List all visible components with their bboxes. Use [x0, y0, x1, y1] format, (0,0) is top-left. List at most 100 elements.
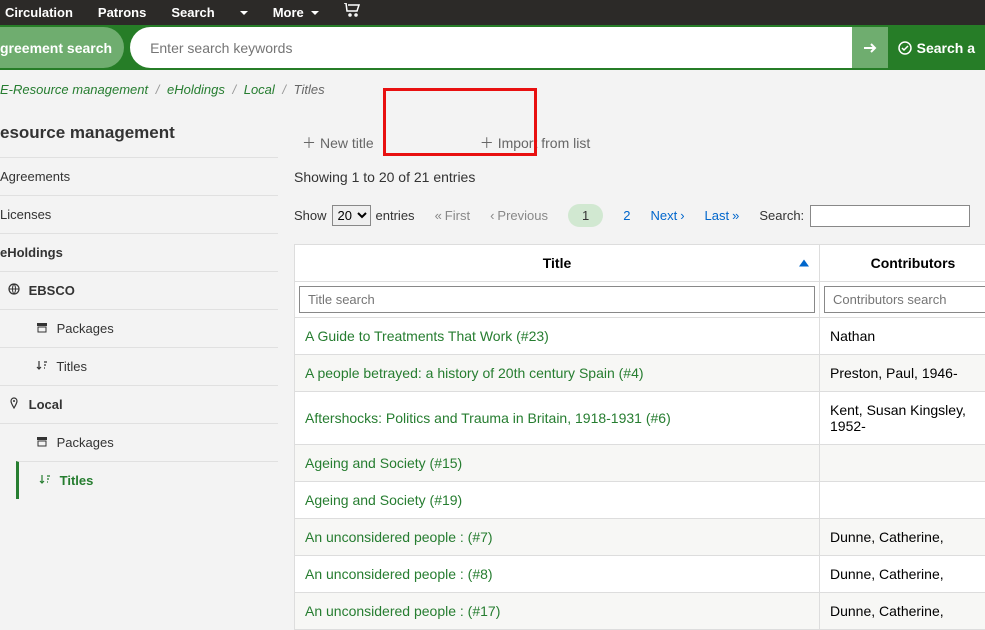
title-link[interactable]: An unconsidered people : (#8) [305, 566, 493, 582]
table-row: A people betrayed: a history of 20th cen… [295, 355, 985, 392]
title-link[interactable]: A people betrayed: a history of 20th cen… [305, 365, 644, 381]
new-title-button[interactable]: ＋ New title [294, 129, 382, 157]
sidebar-item-agreements[interactable]: Agreements [0, 157, 278, 195]
page-first[interactable]: « First [435, 208, 471, 223]
breadcrumb-eresource[interactable]: E-Resource management [0, 82, 148, 97]
breadcrumb: E-Resource management / eHoldings / Loca… [0, 70, 985, 109]
sidebar-local-titles-label: Titles [60, 473, 94, 488]
sidebar-item-ebsco-packages[interactable]: Packages [0, 309, 278, 347]
contributors-cell [820, 482, 985, 519]
col-header-contributors[interactable]: Contributors [820, 245, 985, 282]
nav-patrons[interactable]: Patrons [98, 5, 146, 20]
search-all-button[interactable]: Search a [888, 40, 985, 56]
plus-icon: ＋ [480, 133, 494, 153]
breadcrumb-current: Titles [294, 82, 325, 97]
sidebar-item-ebsco-titles[interactable]: Titles [0, 347, 278, 385]
sort-icon [39, 473, 51, 488]
show-label: Show [294, 208, 327, 223]
contributors-cell: Kent, Susan Kingsley, 1952- [820, 392, 985, 445]
contributors-cell: Preston, Paul, 1946- [820, 355, 985, 392]
contributors-cell [820, 445, 985, 482]
entries-label: entries [376, 208, 415, 223]
import-list-label: Import from list [498, 135, 591, 151]
table-row: A Guide to Treatments That Work (#23) Nat… [295, 318, 985, 355]
sidebar-ebsco-label: EBSCO [29, 283, 75, 298]
col-header-title[interactable]: Title [295, 245, 820, 282]
table-row: Ageing and Society (#15) [295, 445, 985, 482]
sidebar-local-label: Local [29, 397, 63, 412]
sidebar: esource management Agreements Licenses e… [0, 109, 278, 630]
sidebar-item-ebsco[interactable]: EBSCO [0, 271, 278, 309]
entries-select[interactable]: 20 [332, 205, 371, 226]
search-all-label: Search a [917, 40, 975, 56]
showing-text: Showing 1 to 20 of 21 entries [294, 165, 985, 195]
title-filter-input[interactable] [299, 286, 815, 313]
title-link[interactable]: A Guide to Treatments That Work (#23) [305, 328, 549, 344]
table-search-label: Search: [759, 208, 804, 223]
search-tab-agreement[interactable]: greement search [0, 27, 124, 68]
top-nav: Circulation Patrons Search More [0, 0, 985, 25]
sidebar-item-local[interactable]: Local [0, 385, 278, 423]
breadcrumb-sep: / [156, 82, 160, 97]
contributors-cell: Dunne, Catherine, [820, 593, 985, 630]
contributors-filter-input[interactable] [824, 286, 985, 313]
table-controls: Show 20 entries « First ‹ Previous 1 2 N… [294, 195, 985, 236]
table-row: An unconsidered people : (#7) Dunne, Cath… [295, 519, 985, 556]
search-bar: greement search Search a [0, 25, 985, 70]
sidebar-item-eholdings[interactable]: eHoldings [0, 233, 278, 271]
breadcrumb-sep: / [282, 82, 286, 97]
table-search-wrap: Search: [759, 205, 970, 227]
nav-search[interactable]: Search [171, 5, 214, 20]
table-row: An unconsidered people : (#8) Dunne, Cath… [295, 556, 985, 593]
page-1[interactable]: 1 [568, 204, 603, 227]
page-2[interactable]: 2 [623, 208, 630, 223]
double-chevron-left-icon: « [435, 208, 442, 223]
title-link[interactable]: An unconsidered people : (#17) [305, 603, 500, 619]
title-link[interactable]: Ageing and Society (#15) [305, 455, 462, 471]
sort-icon [36, 359, 48, 374]
table-row: Aftershocks: Politics and Trauma in Brit… [295, 392, 985, 445]
contributors-cell: Dunne, Catherine, [820, 519, 985, 556]
import-from-list-button[interactable]: ＋ Import from list [472, 129, 599, 157]
double-chevron-right-icon: » [732, 208, 739, 223]
archive-icon [36, 435, 48, 450]
contributors-cell: Dunne, Catherine, [820, 556, 985, 593]
nav-caret-icon[interactable] [240, 11, 248, 15]
sidebar-item-local-titles[interactable]: Titles [16, 461, 278, 499]
sidebar-title: esource management [0, 109, 278, 157]
new-title-label: New title [320, 135, 374, 151]
action-row: ＋ New title ＋ Import from list [294, 109, 985, 165]
title-link[interactable]: Aftershocks: Politics and Trauma in Brit… [305, 410, 671, 426]
table-search-input[interactable] [810, 205, 970, 227]
sidebar-titles-label: Titles [56, 359, 87, 374]
main-layout: esource management Agreements Licenses e… [0, 109, 985, 630]
nav-circulation[interactable]: Circulation [5, 5, 73, 20]
archive-icon [36, 321, 48, 336]
plus-icon: ＋ [302, 133, 316, 153]
breadcrumb-sep: / [232, 82, 236, 97]
sidebar-packages-label: Packages [57, 321, 114, 336]
table-row: Ageing and Society (#19) [295, 482, 985, 519]
chevron-right-icon: › [680, 208, 684, 223]
pin-icon [8, 397, 20, 412]
page-previous[interactable]: ‹ Previous [490, 208, 548, 223]
page-next[interactable]: Next › [650, 208, 684, 223]
search-input-container [130, 27, 852, 68]
breadcrumb-local[interactable]: Local [244, 82, 275, 97]
cart-icon[interactable] [344, 3, 360, 22]
title-link[interactable]: Ageing and Society (#19) [305, 492, 462, 508]
page-last[interactable]: Last » [705, 208, 740, 223]
breadcrumb-eholdings[interactable]: eHoldings [167, 82, 225, 97]
content: ＋ New title ＋ Import from list Showing 1… [278, 109, 985, 630]
contributors-cell: Nathan [820, 318, 985, 355]
title-link[interactable]: An unconsidered people : (#7) [305, 529, 493, 545]
titles-table: Title Contributors A Guide to Treatments… [294, 244, 985, 630]
globe-icon [8, 283, 20, 298]
nav-more[interactable]: More [273, 5, 319, 20]
sidebar-item-local-packages[interactable]: Packages [0, 423, 278, 461]
search-submit-button[interactable] [852, 27, 888, 68]
search-input[interactable] [130, 27, 852, 68]
sidebar-item-licenses[interactable]: Licenses [0, 195, 278, 233]
chevron-left-icon: ‹ [490, 208, 494, 223]
sidebar-local-packages-label: Packages [57, 435, 114, 450]
